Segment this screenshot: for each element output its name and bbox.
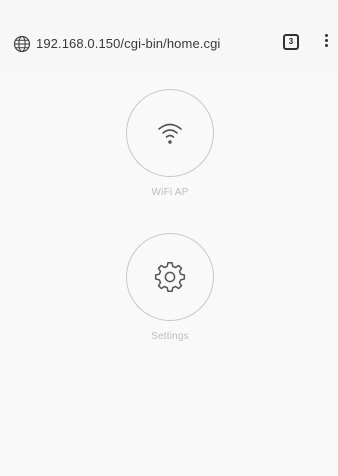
settings-button[interactable] — [126, 233, 214, 321]
menu-dot — [324, 39, 328, 42]
page-content: WiFi AP Settings — [0, 72, 338, 476]
settings-tile[interactable]: Settings — [120, 233, 220, 342]
more-vertical-icon[interactable] — [322, 34, 330, 52]
menu-dot — [324, 44, 328, 47]
menu-dot — [324, 34, 328, 37]
settings-label: Settings — [151, 331, 189, 342]
address-bar-url[interactable]: 192.168.0.150/cgi-bin/home.cgi — [36, 35, 220, 53]
gear-icon — [154, 261, 186, 293]
wifi-icon — [158, 123, 182, 144]
wifi-ap-button[interactable] — [126, 89, 214, 177]
globe-icon — [13, 35, 31, 53]
wifi-ap-label: WiFi AP — [151, 187, 189, 198]
wifi-ap-tile[interactable]: WiFi AP — [120, 89, 220, 198]
browser-toolbar: 192.168.0.150/cgi-bin/home.cgi 3 — [0, 0, 338, 72]
tab-switcher-button[interactable]: 3 — [283, 34, 299, 50]
